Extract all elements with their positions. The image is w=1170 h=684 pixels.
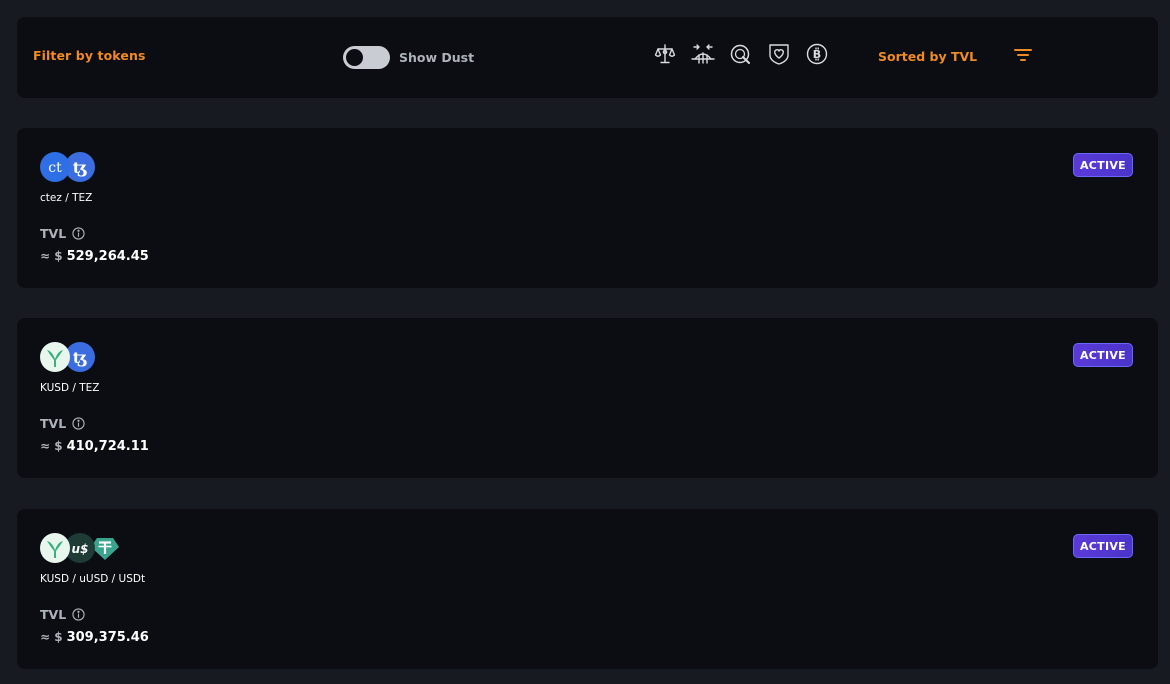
status-badge: ACTIVE bbox=[1073, 153, 1133, 177]
pool-card[interactable]: u$ KUSD / uUSD / USDt TVL ≈ $ 309,375.46… bbox=[17, 509, 1158, 669]
tvl-value-row: ≈ $ 529,264.45 bbox=[40, 249, 149, 264]
info-icon[interactable] bbox=[72, 417, 85, 430]
info-icon[interactable] bbox=[72, 608, 85, 621]
pool-name: ctez / TEZ bbox=[40, 192, 93, 204]
tvl-value-row: ≈ $ 410,724.11 bbox=[40, 439, 149, 454]
pool-card[interactable]: ꜩ KUSD / TEZ TVL ≈ $ 410,724.11 ACTIVE bbox=[17, 318, 1158, 478]
status-badge: ACTIVE bbox=[1073, 534, 1133, 558]
tvl-label-text: TVL bbox=[40, 416, 67, 431]
pool-name: KUSD / uUSD / USDt bbox=[40, 573, 146, 585]
show-dust-toggle[interactable]: Show Dust bbox=[343, 46, 474, 69]
ctez-token-icon: ct bbox=[40, 152, 70, 182]
toggle-knob bbox=[346, 49, 363, 66]
status-badge: ACTIVE bbox=[1073, 343, 1133, 367]
sort-dropdown[interactable]: Sorted by TVL bbox=[878, 49, 977, 64]
tvl-label-text: TVL bbox=[40, 607, 67, 622]
filter-by-tokens-button[interactable]: Filter by tokens bbox=[33, 48, 145, 63]
bitcoin-icon[interactable]: B bbox=[805, 42, 829, 66]
info-icon[interactable] bbox=[72, 227, 85, 240]
tvl-label: TVL bbox=[40, 226, 85, 241]
approx-symbol: ≈ $ bbox=[40, 249, 63, 263]
svg-text:ꜩ: ꜩ bbox=[73, 348, 88, 367]
show-dust-label: Show Dust bbox=[399, 50, 475, 65]
pool-name: KUSD / TEZ bbox=[40, 382, 100, 394]
shield-q-icon[interactable] bbox=[729, 42, 753, 66]
kusd-token-icon bbox=[40, 533, 70, 563]
tvl-value-row: ≈ $ 309,375.46 bbox=[40, 630, 149, 645]
svg-text:ꜩ: ꜩ bbox=[73, 158, 88, 177]
toggle-track[interactable] bbox=[343, 46, 390, 69]
tvl-label: TVL bbox=[40, 607, 85, 622]
tvl-value: 309,375.46 bbox=[66, 630, 149, 645]
heart-shield-icon[interactable] bbox=[767, 42, 791, 66]
pool-card[interactable]: ct ꜩ ctez / TEZ TVL ≈ $ 529,264.45 ACTIV… bbox=[17, 128, 1158, 288]
svg-text:B: B bbox=[813, 48, 821, 61]
category-filter-icons: B bbox=[653, 42, 829, 66]
svg-text:u$: u$ bbox=[72, 542, 89, 556]
approx-symbol: ≈ $ bbox=[40, 439, 63, 453]
tvl-value: 410,724.11 bbox=[66, 439, 149, 454]
bridge-icon[interactable] bbox=[691, 42, 715, 66]
svg-text:ct: ct bbox=[48, 160, 62, 176]
approx-symbol: ≈ $ bbox=[40, 630, 63, 644]
kusd-token-icon bbox=[40, 342, 70, 372]
tvl-label-text: TVL bbox=[40, 226, 67, 241]
sort-filter-icon[interactable] bbox=[1013, 47, 1033, 63]
tvl-label: TVL bbox=[40, 416, 85, 431]
tvl-value: 529,264.45 bbox=[66, 249, 149, 264]
scale-icon[interactable] bbox=[653, 42, 677, 66]
filter-bar: Filter by tokens Show Dust B Sorted by T… bbox=[17, 17, 1158, 98]
pools-page: Filter by tokens Show Dust B Sorted by T… bbox=[0, 0, 1170, 684]
